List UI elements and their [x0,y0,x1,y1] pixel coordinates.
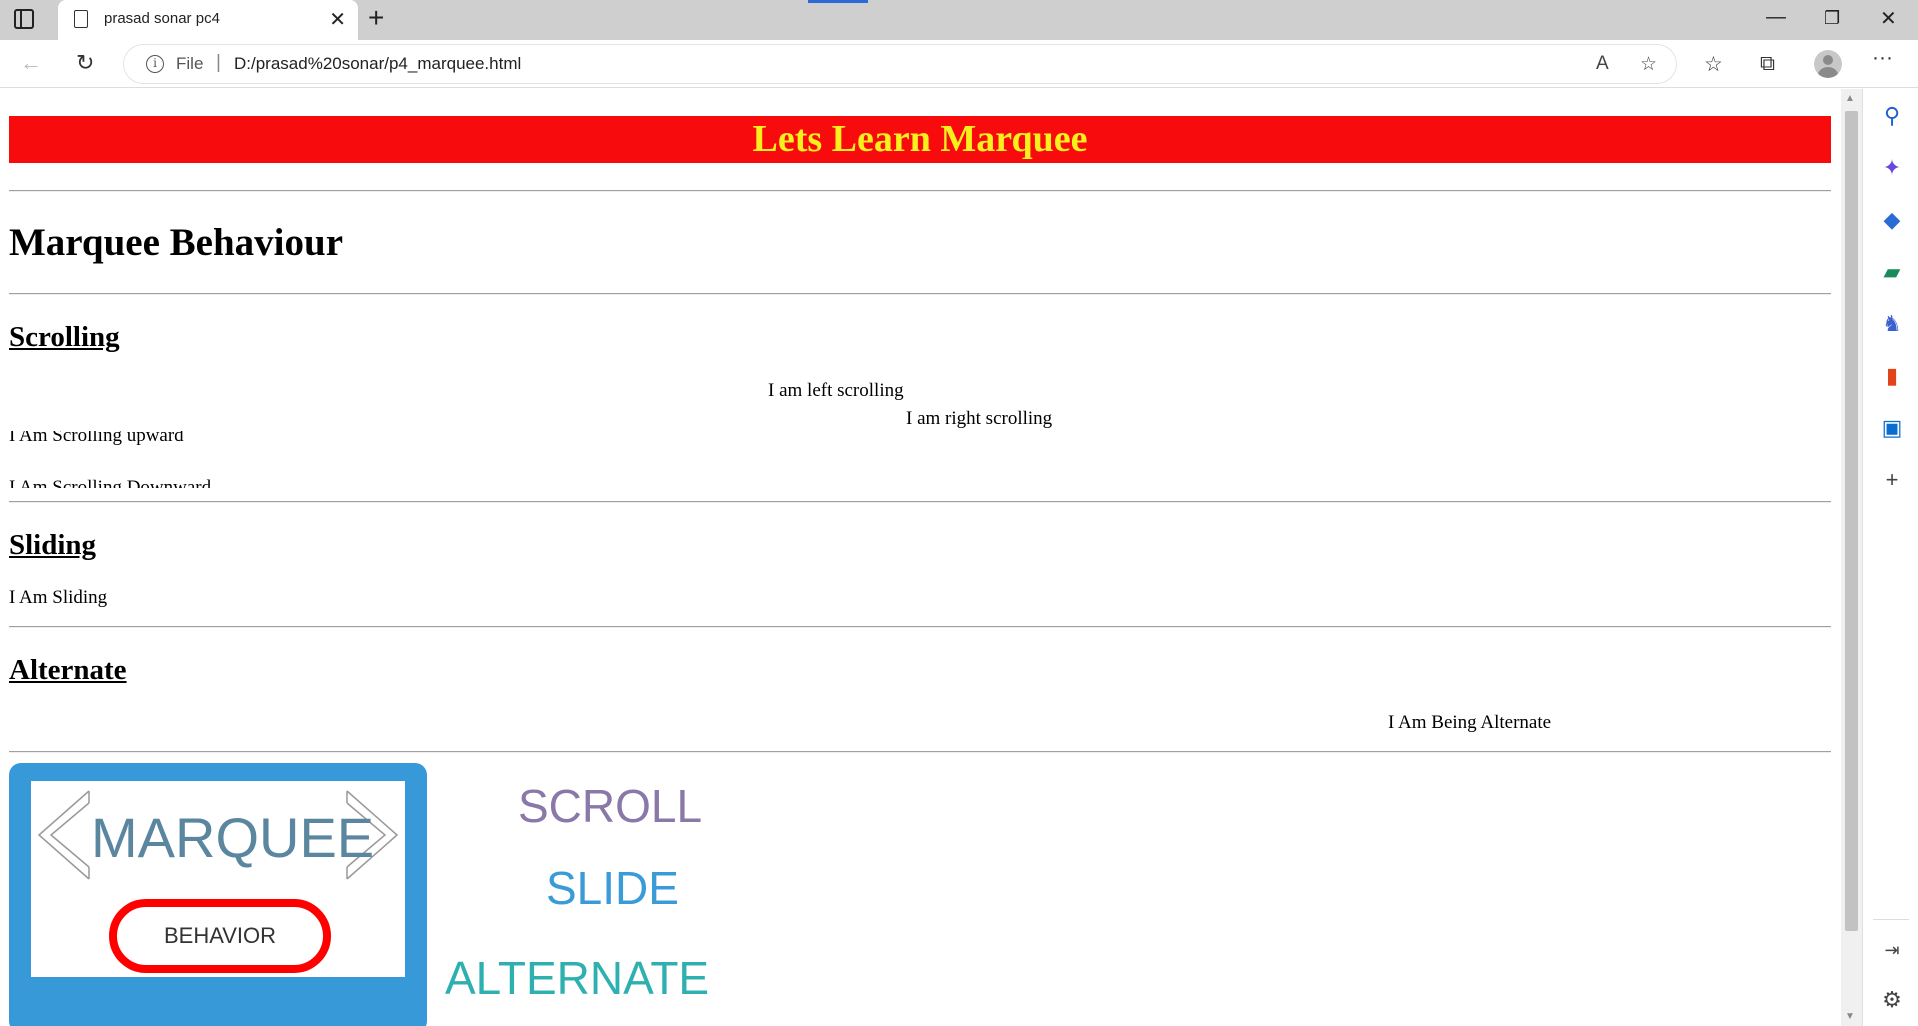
alternate-word: ALTERNATE [445,952,710,1004]
logo-word: MARQUEE [91,806,375,869]
sliding-heading: Sliding [9,529,97,561]
right-sidebar: ⚲ ✦ ◆ ▰ ♞ ▮ ▣ + ⇥ ⚙ [1862,89,1918,1026]
url-text[interactable]: D:/prasad%20sonar/p4_marquee.html [234,54,521,74]
vertical-scrollbar[interactable]: ▲ ▼ [1841,89,1862,1026]
scroll-down-arrow[interactable]: ▼ [1845,1011,1855,1022]
image-panel: MARQUEE BEHAVIOR [31,781,405,977]
right-scrolling-text: I am right scrolling [906,408,1053,429]
favorites-icon[interactable]: ☆ [1704,52,1723,77]
add-icon[interactable]: + [1879,467,1905,493]
page-icon [74,10,88,28]
reload-icon[interactable]: ↻ [76,50,94,76]
info-icon[interactable]: i [146,55,164,73]
scroll-word: SCROLL [518,780,703,832]
divider [9,501,1831,503]
scrollbar-thumb[interactable] [1845,111,1858,931]
back-icon[interactable]: ← [20,50,42,76]
tab-indicator [808,0,868,3]
divider [9,626,1831,628]
upward-scrolling-text: I Am Scrolling upward [9,431,184,446]
title-bar: prasad sonar pc4 ✕ + — ❐ ✕ [0,0,1918,40]
add-favorite-icon[interactable]: ☆ [1640,53,1657,76]
behavior-pill: BEHAVIOR [109,899,331,973]
scroll-up-arrow[interactable]: ▲ [1845,93,1855,104]
marquee-behavior-image: MARQUEE BEHAVIOR [9,763,427,1026]
sidebar-toggle-icon[interactable] [14,9,34,29]
divider [9,293,1831,295]
read-aloud-icon[interactable]: A [1596,53,1609,75]
navigation-bar: ← ↻ i File | D:/prasad%20sonar/p4_marque… [0,40,1918,88]
page-heading: Marquee Behaviour [9,221,344,264]
left-scrolling-text: I am left scrolling [768,380,904,401]
copilot-icon[interactable]: ✦ [1879,155,1905,181]
more-icon[interactable]: ··· [1872,46,1893,70]
alternate-heading: Alternate [9,654,127,686]
alternate-text: I Am Being Alternate [1388,712,1552,733]
url-separator: | [216,52,221,73]
downward-scrolling-text: I Am Scrolling Downward [9,478,211,488]
slide-word: SLIDE [546,862,679,914]
divider [9,751,1831,753]
search-icon[interactable]: ⚲ [1879,103,1905,129]
close-window-icon[interactable]: ✕ [1880,6,1897,31]
tools-icon[interactable]: ▰ [1879,259,1905,285]
sidebar-divider [1873,919,1909,920]
tab-active[interactable]: prasad sonar pc4 ✕ [58,0,358,40]
address-bar[interactable]: i File | D:/prasad%20sonar/p4_marquee.ht… [124,45,1676,83]
settings-icon[interactable]: ⚙ [1879,987,1905,1013]
page-content: Lets Learn Marquee Marquee Behaviour Scr… [0,89,1840,1026]
upward-scroll-marquee: I Am Scrolling upward [9,431,309,446]
tab-title: prasad sonar pc4 [104,10,220,27]
scrolling-heading: Scrolling [9,321,120,353]
url-scheme-label: File [176,54,204,73]
page-banner: Lets Learn Marquee [9,116,1831,163]
divider [9,190,1831,192]
outlook-icon[interactable]: ▣ [1879,415,1905,441]
minimize-icon[interactable]: — [1766,6,1786,29]
shopping-icon[interactable]: ◆ [1879,207,1905,233]
office-icon[interactable]: ▮ [1879,363,1905,389]
games-icon[interactable]: ♞ [1879,311,1905,337]
close-icon[interactable]: ✕ [329,7,346,32]
split-screen-icon[interactable]: ⇥ [1879,937,1905,963]
sliding-text: I Am Sliding [9,587,108,608]
maximize-icon[interactable]: ❐ [1824,8,1840,29]
profile-icon[interactable] [1814,50,1842,78]
downward-scroll-marquee: I Am Scrolling Downward [9,478,309,488]
new-tab-icon[interactable]: + [368,2,384,34]
collections-icon[interactable]: ⧉ [1760,52,1775,76]
